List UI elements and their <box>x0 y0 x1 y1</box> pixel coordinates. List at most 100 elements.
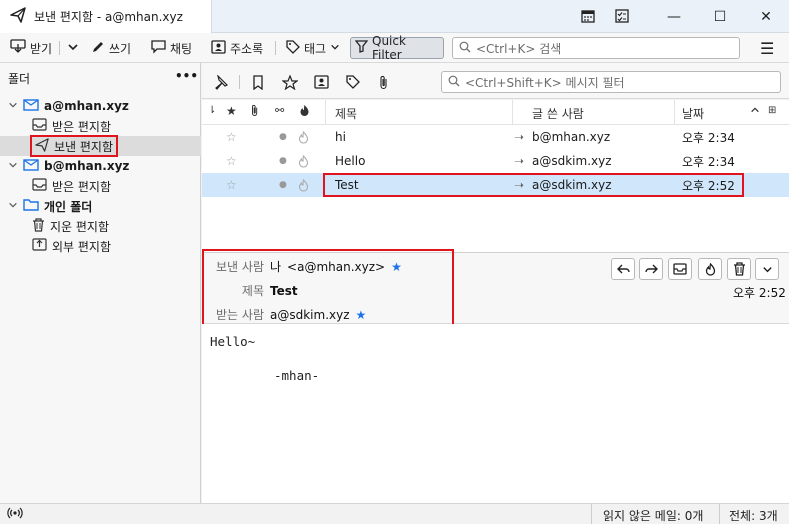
thread-column-icon[interactable]: ⇂ <box>208 105 216 116</box>
forward-button[interactable] <box>639 258 663 280</box>
address-book-icon <box>211 39 226 57</box>
star-icon[interactable]: ☆ <box>226 149 237 173</box>
send-icon <box>10 7 26 26</box>
subject-cell: Hello <box>335 154 366 168</box>
chat-button[interactable]: 채팅 <box>147 37 196 59</box>
tab-sent[interactable]: 보낸 편지함 - a@mhan.xyz <box>0 0 212 33</box>
junk-icon[interactable] <box>298 125 309 149</box>
send-icon <box>35 137 49 155</box>
column-picker-icon[interactable]: ⊞ <box>768 105 776 116</box>
calendar-icon[interactable] <box>580 8 596 27</box>
read-column-icon[interactable]: ⚯ <box>275 104 284 117</box>
subject-column-header[interactable]: 제목 <box>335 105 357 122</box>
recipient-cell: a@sdkim.xyz <box>532 154 612 168</box>
read-status-dot[interactable]: ● <box>279 149 287 173</box>
folder-sent-a[interactable]: 보낸 편지함 <box>0 135 201 157</box>
arrow-right-icon: ➝ <box>514 154 525 168</box>
attachment-column-icon[interactable] <box>250 104 260 120</box>
maximize-button[interactable]: ☐ <box>697 0 743 33</box>
quick-filter-button[interactable]: Quick Filter <box>350 34 444 62</box>
folder-options-button[interactable]: ••• <box>175 69 198 83</box>
junk-button[interactable] <box>698 258 722 280</box>
star-filter-icon[interactable] <box>279 71 301 93</box>
inbox-icon <box>32 118 47 134</box>
subject-cell: hi <box>335 130 346 144</box>
folder-inbox-a[interactable]: 받은 편지함 <box>0 116 201 136</box>
chevron-down-icon <box>8 99 18 113</box>
chat-icon <box>151 39 166 57</box>
star-icon[interactable]: ☆ <box>226 125 237 149</box>
contact-filter-icon[interactable] <box>310 71 332 93</box>
junk-column-icon[interactable] <box>299 104 310 120</box>
table-row[interactable]: ☆ ● hi ➝ b@mhan.xyz 오후 2:34 <box>202 125 789 149</box>
more-actions-button[interactable] <box>755 258 779 280</box>
folder-inbox-b[interactable]: 받은 편지함 <box>0 176 201 196</box>
title-bar: 보낸 편지함 - a@mhan.xyz — ☐ ✕ <box>0 0 789 33</box>
date-cell: 오후 2:34 <box>682 154 735 169</box>
outbox-icon <box>32 238 47 254</box>
arrow-right-icon: ➝ <box>514 130 525 144</box>
table-row[interactable]: ☆ ● Hello ➝ a@sdkim.xyz 오후 2:34 <box>202 149 789 173</box>
write-button[interactable]: 쓰기 <box>87 37 135 59</box>
chevron-down-icon <box>330 41 340 55</box>
tag-button[interactable]: 태그 <box>282 37 344 59</box>
search-icon <box>448 75 460 90</box>
tasks-icon[interactable] <box>614 8 630 27</box>
subject-cell: Test <box>335 178 359 192</box>
chevron-down-icon <box>8 159 18 173</box>
delete-button[interactable] <box>727 258 751 280</box>
get-messages-button[interactable]: 받기 <box>6 37 56 59</box>
archive-button[interactable] <box>668 258 692 280</box>
tag-icon <box>286 39 300 57</box>
message-list-toolbar: <Ctrl+Shift+K> 메시지 필터 <box>202 63 789 99</box>
recipient-cell: b@mhan.xyz <box>532 130 611 144</box>
account-a[interactable]: a@mhan.xyz <box>0 96 201 116</box>
junk-icon[interactable] <box>298 149 309 173</box>
thread-column-header: ⇂ ★ ⚯ 제목 글 쓴 사람 날짜 ⊞ <box>202 100 789 125</box>
body-line: Hello~ <box>210 334 256 349</box>
star-icon[interactable]: ☆ <box>226 173 237 197</box>
unread-count: 읽지 않은 메일: 0개 <box>603 509 704 523</box>
thread-list: ☆ ● hi ➝ b@mhan.xyz 오후 2:34 ☆ ● Hello ➝ … <box>202 125 789 252</box>
filter-icon <box>354 40 369 56</box>
get-dropdown-button[interactable] <box>63 37 83 59</box>
read-status-dot[interactable]: ● <box>279 173 287 197</box>
folder-pane-header: 폴더 ••• <box>8 69 199 86</box>
recipient-cell: a@sdkim.xyz <box>532 178 612 192</box>
folder-outbox[interactable]: 외부 편지함 <box>0 236 201 256</box>
message-date: 오후 2:52 <box>733 286 786 300</box>
reply-button[interactable] <box>611 258 635 280</box>
attachment-filter-icon[interactable] <box>373 71 395 93</box>
account-b[interactable]: b@mhan.xyz <box>0 156 201 176</box>
message-filter-input[interactable]: <Ctrl+Shift+K> 메시지 필터 <box>441 71 781 93</box>
chevron-up-icon <box>750 104 760 118</box>
search-icon <box>459 41 471 56</box>
address-book-button[interactable]: 주소록 <box>207 37 267 59</box>
arrow-right-icon: ➝ <box>514 178 525 192</box>
chevron-down-icon <box>8 199 18 213</box>
tag-filter-icon[interactable] <box>342 71 364 93</box>
folder-trash[interactable]: 지운 편지함 <box>0 216 201 236</box>
close-button[interactable]: ✕ <box>743 0 789 33</box>
app-menu-button[interactable]: ☰ <box>756 37 778 59</box>
online-status-icon[interactable] <box>7 506 23 523</box>
read-status-dot[interactable]: ● <box>279 125 287 149</box>
star-column-icon[interactable]: ★ <box>226 104 237 118</box>
author-column-header[interactable]: 글 쓴 사람 <box>532 105 584 122</box>
minimize-button[interactable]: — <box>651 0 697 33</box>
folder-pane: 폴더 ••• a@mhan.xyz 받은 편지함 보낸 편지함 b@mhan.x… <box>0 63 201 503</box>
date-cell: 오후 2:34 <box>682 130 735 145</box>
local-folders[interactable]: 개인 폴더 <box>0 196 201 216</box>
date-column-header[interactable]: 날짜 <box>682 105 704 122</box>
junk-icon[interactable] <box>298 173 309 197</box>
pencil-icon <box>91 40 105 57</box>
unread-filter-icon[interactable] <box>247 71 269 93</box>
trash-icon <box>32 217 45 235</box>
search-input[interactable]: <Ctrl+K> 검색 <box>452 37 740 59</box>
mail-account-icon <box>23 98 39 114</box>
message-header: 보낸 사람 나 <a@mhan.xyz> ★ 제목 Test 받는 사람 a@s… <box>202 249 789 398</box>
folder-icon <box>23 198 39 214</box>
download-icon <box>10 39 26 57</box>
pin-icon[interactable] <box>209 71 231 93</box>
table-row-selected[interactable]: ☆ ● Test ➝ a@sdkim.xyz 오후 2:52 <box>202 173 789 197</box>
